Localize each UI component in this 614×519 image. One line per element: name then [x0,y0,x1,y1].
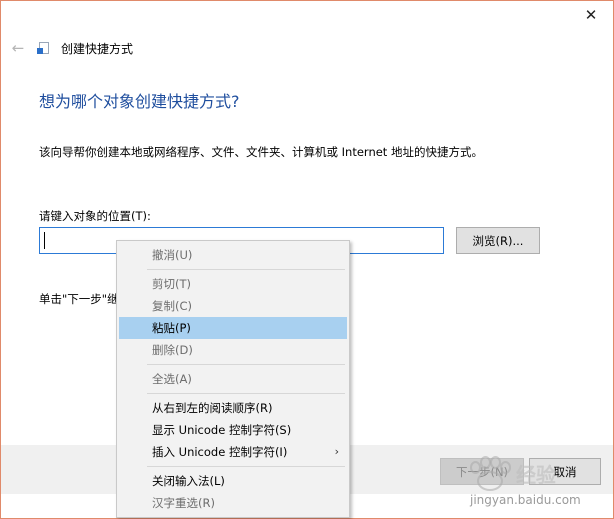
browse-button[interactable]: 浏览(R)... [456,227,540,254]
menu-item-close-ime[interactable]: 关闭输入法(L) [119,470,347,492]
context-menu: 撤消(U) 剪切(T) 复制(C) 粘贴(P) 删除(D) 全选(A) 从右到左… [116,240,350,518]
menu-item-cut[interactable]: 剪切(T) [119,273,347,295]
menu-item-paste[interactable]: 粘贴(P) [119,317,347,339]
menu-item-copy[interactable]: 复制(C) [119,295,347,317]
next-button[interactable]: 下一步(N) [440,458,524,485]
menu-separator [147,466,345,467]
menu-item-insert-unicode-label: 插入 Unicode 控制字符(I) [152,445,288,459]
window-title: 创建快捷方式 [61,41,134,56]
location-label: 请键入对象的位置(T): [39,209,151,223]
hint-text: 单击"下一步"继 [39,292,119,306]
menu-separator [147,269,345,270]
menu-item-insert-unicode[interactable]: 插入 Unicode 控制字符(I) › [119,441,347,463]
wizard-header: ← 创建快捷方式 [9,37,133,59]
close-button[interactable]: ✕ [569,1,613,29]
page-title: 想为哪个对象创建快捷方式? [39,92,240,111]
close-icon: ✕ [584,6,598,24]
back-arrow-icon[interactable]: ← [9,39,27,57]
text-caret [44,232,45,249]
menu-item-delete[interactable]: 删除(D) [119,339,347,361]
menu-separator [147,393,345,394]
chevron-right-icon: › [334,445,339,458]
menu-item-select-all[interactable]: 全选(A) [119,368,347,390]
menu-separator [147,364,345,365]
menu-item-reconvert[interactable]: 汉字重选(R) [119,492,347,514]
menu-item-undo[interactable]: 撤消(U) [119,244,347,266]
wizard-description: 该向导帮你创建本地或网络程序、文件、文件夹、计算机或 Internet 地址的快… [39,145,483,159]
shortcut-icon [37,42,49,54]
menu-item-rtl-order[interactable]: 从右到左的阅读顺序(R) [119,397,347,419]
cancel-button[interactable]: 取消 [529,458,601,485]
menu-item-show-unicode[interactable]: 显示 Unicode 控制字符(S) [119,419,347,441]
